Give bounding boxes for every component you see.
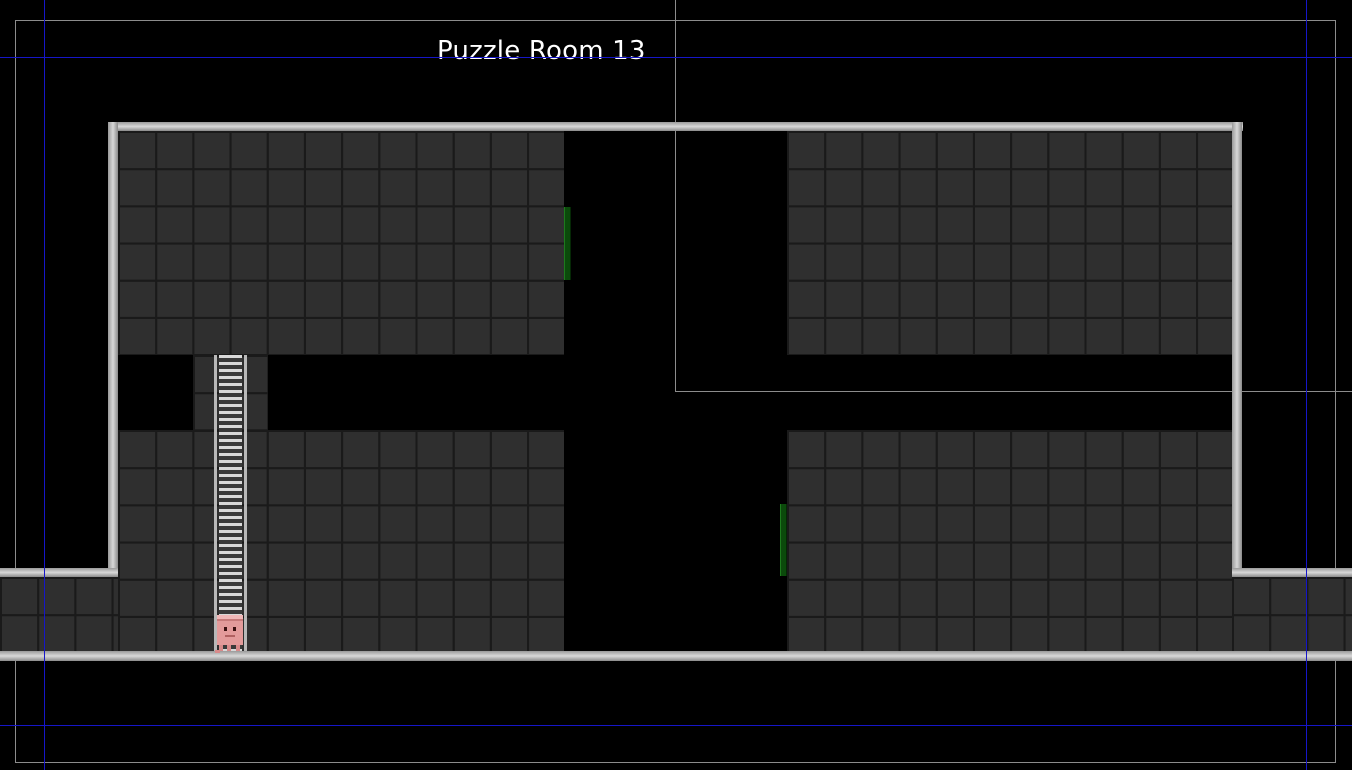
green-door-lower[interactable]: [780, 504, 787, 576]
wall-ledge-left: [0, 568, 118, 577]
ladder-icon[interactable]: [214, 355, 247, 651]
tile-block-bottom-right: [787, 430, 1232, 651]
guide-line-horizontal-top: [0, 57, 1352, 58]
tile-block-top-right: [787, 131, 1232, 355]
guide-line-vertical-right: [1306, 0, 1307, 770]
pink-block-character-icon[interactable]: [214, 613, 246, 655]
wall-top: [108, 122, 1243, 131]
wall-right: [1232, 122, 1242, 577]
wall-left: [108, 122, 118, 577]
guide-line-horizontal-bottom: [0, 725, 1352, 726]
guide-line-vertical-left: [44, 0, 45, 770]
green-door-upper[interactable]: [564, 207, 571, 280]
wall-ledge-right: [1232, 568, 1352, 577]
tile-block-floor-right: [1232, 577, 1352, 651]
tile-block-top-left: [118, 131, 564, 355]
wall-floor: [0, 651, 1352, 661]
tile-block-bottom-left: [118, 430, 564, 651]
game-viewport: Puzzle Room 13: [0, 0, 1352, 770]
tile-block-floor-left: [0, 577, 118, 651]
